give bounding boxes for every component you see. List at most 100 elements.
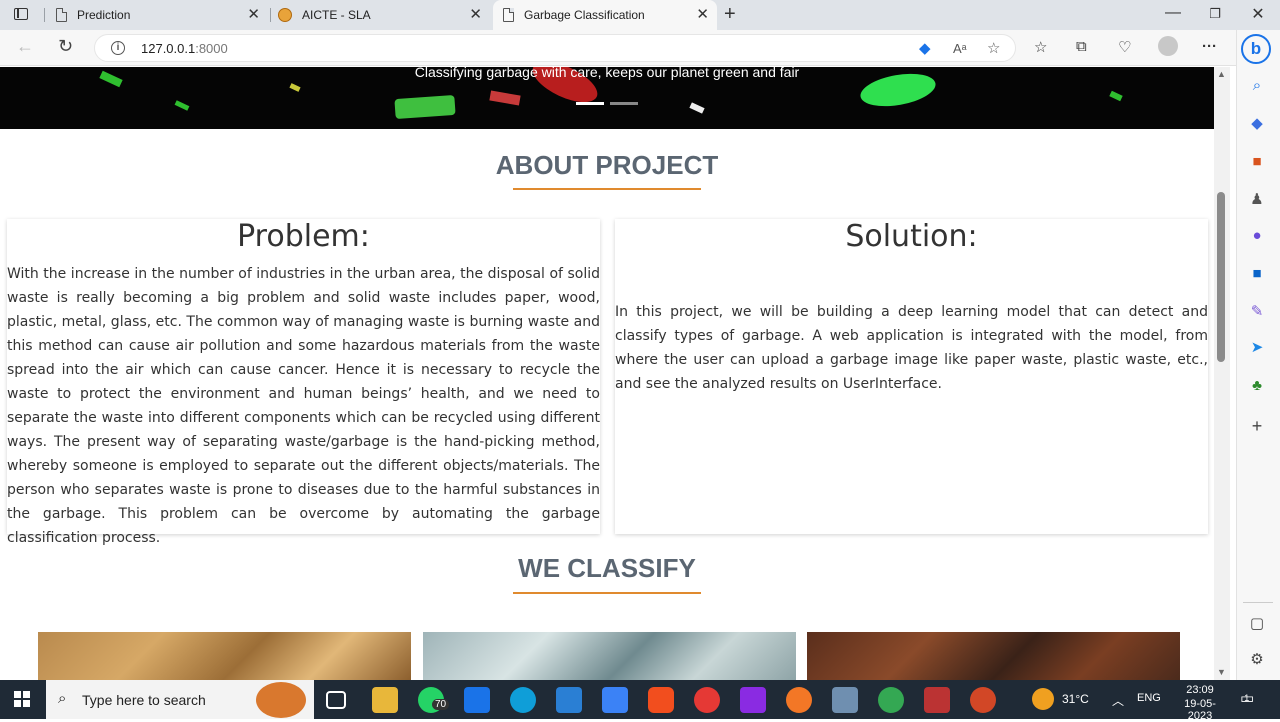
microsoft365-icon[interactable]: ● — [1247, 226, 1267, 246]
problem-text: With the increase in the number of indus… — [7, 266, 600, 546]
store-icon[interactable] — [602, 687, 628, 713]
extensions-icon[interactable]: ♡ — [1118, 38, 1131, 56]
tab-title: Prediction — [77, 8, 131, 22]
hero-carousel: Classifying garbage with care, keeps our… — [0, 67, 1214, 129]
tab-aicte[interactable]: AICTE - SLA ✕ — [278, 0, 490, 30]
decor — [289, 83, 301, 92]
tab-garbage-classification[interactable]: Garbage Classification ✕ — [493, 0, 717, 30]
collections-icon[interactable]: ⧉ — [1076, 38, 1087, 55]
weather-temp[interactable]: 31°C — [1062, 692, 1089, 706]
metal-image[interactable] — [807, 632, 1180, 680]
tab-title: AICTE - SLA — [302, 8, 371, 22]
divider — [1243, 602, 1273, 603]
designer-icon[interactable]: ✎ — [1247, 302, 1267, 322]
tab-prediction[interactable]: Prediction ✕ — [56, 0, 268, 30]
decor — [1109, 90, 1123, 102]
shopping-tag-icon[interactable]: ◆ — [919, 39, 931, 57]
address-bar[interactable]: i 127.0.0.1:8000 ◆ Aᵃ ☆ — [94, 34, 1016, 62]
decor — [174, 100, 190, 111]
scrollbar-thumb[interactable] — [1217, 192, 1225, 362]
vscode-icon[interactable] — [556, 687, 582, 713]
more-menu-icon[interactable]: ··· — [1202, 38, 1217, 55]
back-icon[interactable]: ← — [16, 36, 34, 57]
minimize-icon[interactable]: — — [1158, 4, 1188, 22]
solution-card: Solution: In this project, we will be bu… — [615, 219, 1208, 534]
clock[interactable]: 23:09 19-05-2023 — [1174, 684, 1226, 722]
restore-icon[interactable]: ❐ — [1200, 6, 1230, 22]
cardboard-image[interactable] — [38, 632, 411, 680]
address-toolbar: ← ↻ i 127.0.0.1:8000 ◆ Aᵃ ☆ ☆ ⧉ ♡ ··· — [0, 30, 1280, 66]
page-icon — [503, 8, 514, 22]
shopping-icon[interactable]: ◆ — [1247, 114, 1267, 134]
scroll-up-icon[interactable]: ▲ — [1217, 69, 1226, 79]
games-icon[interactable]: ♟ — [1247, 190, 1267, 210]
aicte-logo-icon — [278, 8, 292, 22]
page-scrollbar[interactable]: ▲ ▼ — [1214, 67, 1230, 680]
weather-icon[interactable] — [1032, 688, 1054, 710]
decor — [489, 90, 521, 106]
tools-icon[interactable]: ■ — [1247, 152, 1267, 172]
add-favorite-icon[interactable]: ☆ — [987, 39, 1000, 57]
info-icon[interactable]: i — [111, 41, 125, 55]
powerpoint-icon[interactable] — [970, 687, 996, 713]
task-view-icon[interactable] — [326, 691, 346, 709]
settings-gear-icon[interactable]: ⚙ — [1247, 650, 1267, 670]
page-icon — [56, 8, 67, 22]
refresh-icon[interactable]: ↻ — [58, 36, 73, 57]
send-icon[interactable]: ➤ — [1247, 338, 1267, 358]
tab-title: Garbage Classification — [524, 8, 645, 22]
edge-sidebar: b ⌕ ◆ ■ ♟ ● ■ ✎ ➤ ♣ + ▢ ⚙ — [1236, 30, 1280, 680]
tab-strip: Prediction ✕ AICTE - SLA ✕ Garbage Class… — [0, 0, 1280, 30]
new-tab-icon[interactable]: + — [724, 3, 736, 26]
figma-icon[interactable] — [648, 687, 674, 713]
clock-date: 19-05-2023 — [1184, 698, 1216, 722]
carousel-indicator[interactable] — [610, 102, 638, 105]
chrome-icon[interactable] — [694, 687, 720, 713]
windows-taskbar: ⌕ Type here to search 70 31°C ︿ ENG 23:0… — [0, 680, 1280, 722]
taskbar-search[interactable]: ⌕ Type here to search — [46, 680, 314, 719]
hero-caption: Classifying garbage with care, keeps our… — [414, 67, 800, 80]
favorites-icon[interactable]: ☆ — [1034, 38, 1047, 56]
windows-start-icon[interactable] — [14, 691, 30, 707]
close-window-icon[interactable]: ✕ — [1243, 4, 1273, 24]
hide-sidebar-icon[interactable]: ▢ — [1247, 614, 1267, 634]
url-text[interactable]: 127.0.0.1:8000 — [141, 41, 228, 56]
whatsapp-badge: 70 — [432, 699, 450, 710]
add-sidebar-app-icon[interactable]: + — [1247, 416, 1267, 436]
notification-count: 1 — [1244, 693, 1250, 703]
outlook-icon[interactable]: ■ — [1247, 264, 1267, 284]
show-hidden-icons[interactable]: ︿ — [1112, 692, 1124, 709]
about-section-title: ABOUT PROJECT — [495, 150, 719, 180]
close-tab-icon[interactable]: ✕ — [469, 7, 482, 23]
bing-chat-icon[interactable]: b — [1241, 34, 1271, 64]
read-aloud-icon[interactable]: Aᵃ — [953, 41, 967, 56]
profile-avatar[interactable] — [1158, 36, 1178, 56]
chrome-profile-icon[interactable] — [878, 687, 904, 713]
whatsapp-icon[interactable]: 70 — [418, 687, 450, 713]
intellij-icon[interactable] — [740, 687, 766, 713]
decor — [394, 94, 456, 120]
jupyter-icon[interactable] — [786, 687, 812, 713]
tab-separator — [44, 8, 45, 22]
solution-text: In this project, we will be building a d… — [615, 304, 1208, 392]
edge-icon[interactable] — [510, 687, 536, 713]
tab-actions-icon[interactable] — [14, 8, 28, 20]
scroll-down-icon[interactable]: ▼ — [1217, 667, 1226, 677]
title-underline — [513, 188, 701, 190]
file-explorer-icon[interactable] — [372, 687, 398, 713]
problem-heading: Problem: — [237, 219, 370, 254]
remote-desktop-icon[interactable] — [832, 687, 858, 713]
mail-icon[interactable] — [464, 687, 490, 713]
language-indicator[interactable]: ENG — [1137, 692, 1161, 704]
classify-section-title: WE CLASSIFY — [518, 553, 696, 583]
plastic-image[interactable] — [423, 632, 796, 680]
decor — [689, 102, 705, 114]
carousel-indicator-active[interactable] — [576, 102, 604, 105]
close-tab-icon[interactable]: ✕ — [696, 7, 709, 23]
notification-icon[interactable]: ▭1 — [1240, 689, 1259, 707]
winrar-icon[interactable] — [924, 687, 950, 713]
search-placeholder: Type here to search — [82, 692, 206, 708]
search-icon[interactable]: ⌕ — [1247, 76, 1267, 96]
tree-icon[interactable]: ♣ — [1247, 376, 1267, 396]
close-tab-icon[interactable]: ✕ — [247, 7, 260, 23]
